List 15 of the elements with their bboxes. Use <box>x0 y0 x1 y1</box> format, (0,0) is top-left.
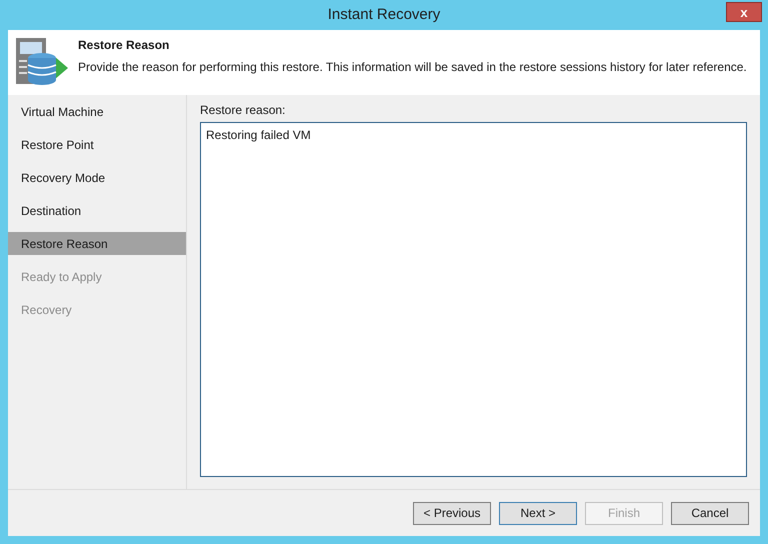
header-description: Provide the reason for performing this restore. This information will be saved in the restore sessions history for later reference. <box>78 59 747 76</box>
wizard-button[interactable]: < Previous <box>413 502 491 524</box>
step-item[interactable]: Restore Reason <box>8 232 186 255</box>
window-title: Instant Recovery <box>328 4 440 25</box>
close-button[interactable]: x <box>726 2 762 22</box>
reason-text-field[interactable]: Restoring failed VM <box>200 122 747 477</box>
step-item[interactable]: Virtual Machine <box>8 100 186 123</box>
wizard-button[interactable]: Next > <box>499 502 577 524</box>
step-item[interactable]: Restore Point <box>8 133 186 156</box>
header-title: Restore Reason <box>78 37 170 54</box>
step-item[interactable]: Recovery Mode <box>8 166 186 189</box>
field-label: Restore reason: <box>200 102 286 119</box>
wizard-button[interactable]: Cancel <box>671 502 749 524</box>
server-database-icon <box>14 36 68 86</box>
step-item[interactable]: Destination <box>8 199 186 222</box>
